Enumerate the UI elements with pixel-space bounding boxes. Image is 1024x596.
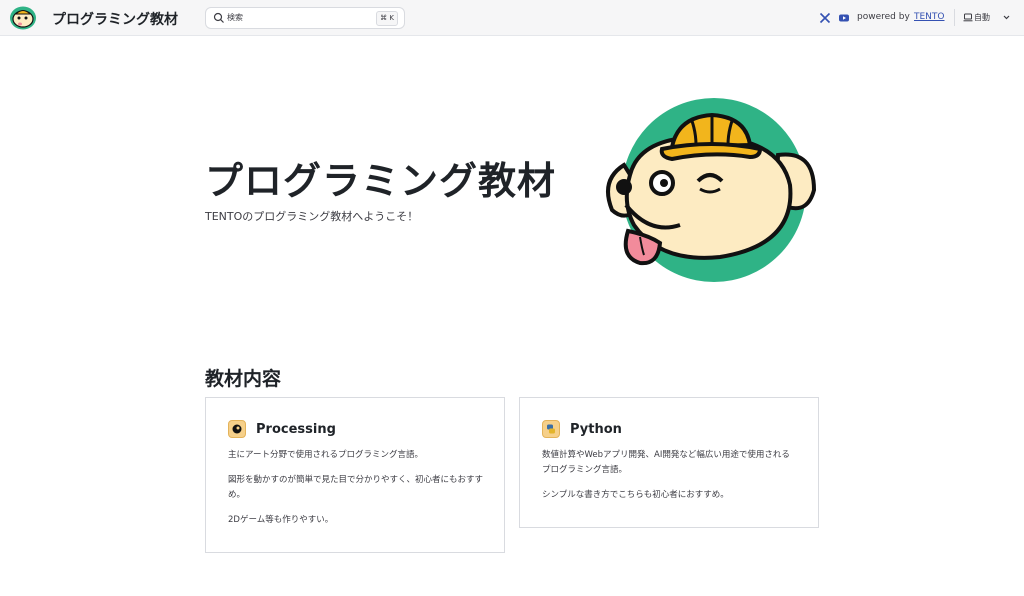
python-card[interactable]: Python 数値計算やWebアプリ開発、AI開発など幅広い用途で使用されるプロ… — [519, 397, 819, 528]
x-icon[interactable] — [819, 12, 831, 24]
card-paragraph: 数値計算やWebアプリ開発、AI開発など幅広い用途で使用されるプログラミング言語… — [542, 450, 790, 475]
card-paragraph: 主にアート分野で使用されるプログラミング言語。 — [228, 450, 423, 460]
card-paragraph: シンプルな書き方でこちらも初心者におすすめ。 — [542, 490, 729, 500]
processing-icon — [228, 420, 246, 438]
powered-by-text: powered by — [857, 12, 910, 22]
processing-card[interactable]: Processing 主にアート分野で使用されるプログラミング言語。 図形を動か… — [205, 397, 505, 553]
appearance-toggle[interactable]: 自動 — [974, 12, 990, 23]
logo-icon[interactable] — [9, 5, 37, 30]
card-paragraph: 図形を動かすのが簡単で見た目で分かりやすく、初心者にもおすすめ。 — [228, 475, 484, 500]
site-title[interactable]: プログラミング教材 — [52, 9, 178, 29]
card-title: Python — [570, 422, 622, 437]
laptop-icon — [963, 13, 973, 22]
hero-title: プログラミング教材 — [205, 159, 557, 203]
chevron-down-icon[interactable] — [1002, 13, 1011, 22]
python-icon — [542, 420, 560, 438]
section-title: 教材内容 — [205, 368, 282, 390]
hero-tagline: TENTOのプログラミング教材へようこそ！ — [205, 210, 419, 223]
search-label: 検索 — [227, 13, 243, 22]
search-icon — [213, 12, 224, 23]
card-title: Processing — [256, 422, 336, 437]
top-nav: プログラミング教材 検索 ⌘ K powered by TENTO 自動 — [0, 0, 1024, 36]
card-paragraph: 2Dゲーム等も作りやすい。 — [228, 515, 334, 525]
youtube-icon[interactable] — [838, 12, 850, 24]
divider — [954, 9, 955, 26]
mascot-dog-image — [606, 98, 817, 282]
tento-link[interactable]: TENTO — [914, 12, 945, 22]
search-shortcut: ⌘ K — [376, 11, 398, 26]
search-button[interactable]: 検索 ⌘ K — [205, 7, 405, 29]
